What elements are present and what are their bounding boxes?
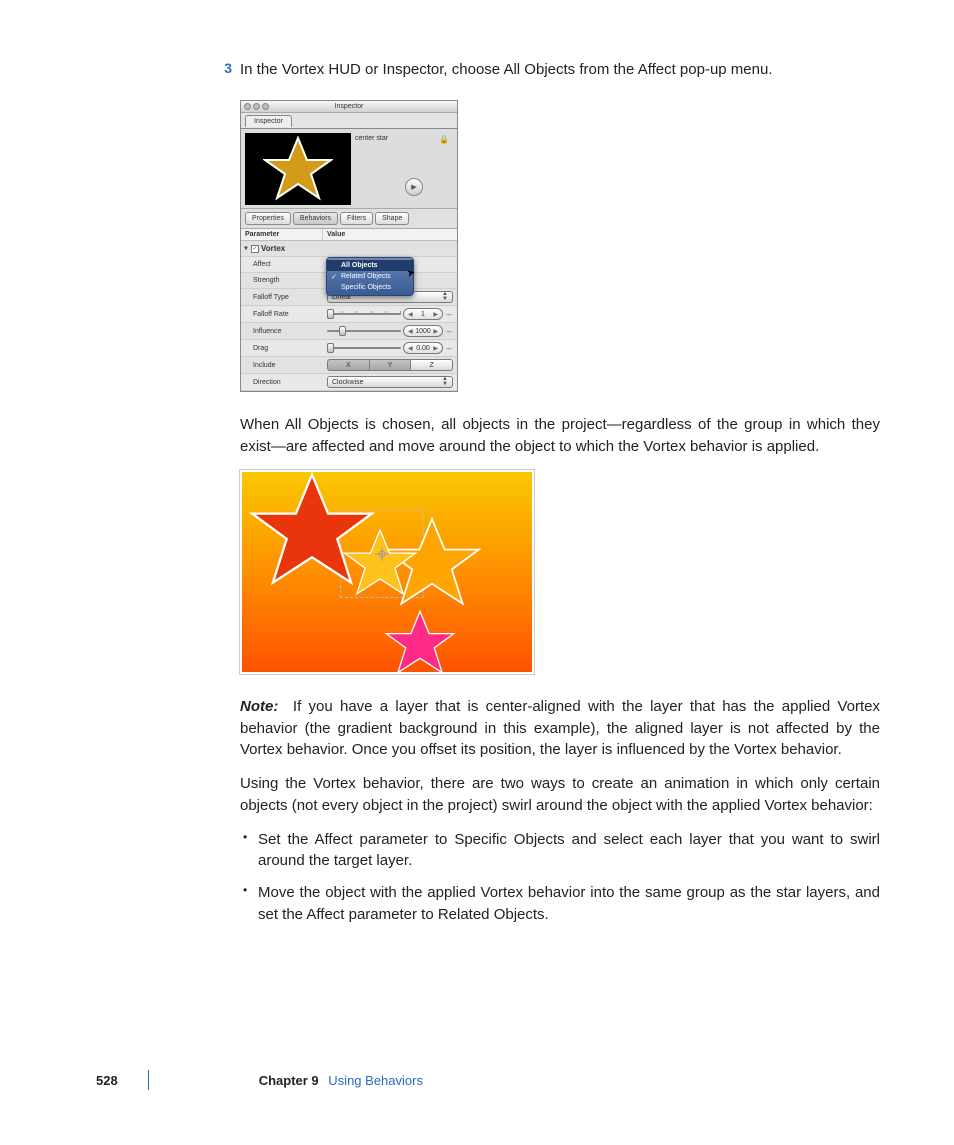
tab-shape[interactable]: Shape [375,212,409,225]
preview-thumbnail [245,133,351,205]
paragraph-all-objects: When All Objects is chosen, all objects … [240,414,880,458]
disclosure-dash[interactable]: – [445,343,453,353]
bullet-related-objects: Move the object with the applied Vortex … [258,882,880,926]
affect-popup-menu[interactable]: All Objects ✓Related Objects Specific Ob… [326,257,414,296]
influence-slider[interactable] [327,327,401,335]
header-value: Value [323,229,457,240]
param-falloff-type-label: Falloff Type [241,292,323,303]
tab-properties[interactable]: Properties [245,212,291,225]
bullet-specific-objects: Set the Affect parameter to Specific Obj… [258,829,880,873]
disclosure-dash[interactable]: – [445,309,453,319]
menu-related-objects[interactable]: ✓Related Objects [327,271,413,282]
tab-filters[interactable]: Filters [340,212,373,225]
note-paragraph: Note: If you have a layer that is center… [240,696,880,761]
window-titlebar: Inspector [241,101,457,113]
behavior-row: ▼ ✓ Vortex [241,241,457,257]
step-number: 3 [216,60,232,80]
note-text: If you have a layer that is center-align… [240,698,880,759]
note-label: Note: [240,698,278,715]
param-direction-label: Direction [241,377,323,388]
falloff-rate-value[interactable]: ◀1▶ [403,308,443,320]
tab-inspector[interactable]: Inspector [245,115,292,127]
step-text: In the Vortex HUD or Inspector, choose A… [240,60,773,80]
menu-all-objects[interactable]: All Objects [327,260,413,271]
header-parameter: Parameter [241,229,323,240]
axis-x[interactable]: X [327,359,370,371]
page-footer: 528 Chapter 9 Using Behaviors [96,1070,876,1090]
paragraph-two-ways: Using the Vortex behavior, there are two… [240,773,880,817]
param-strength-label: Strength [241,275,323,286]
param-include-label: Include [241,360,323,371]
chapter-title: Using Behaviors [328,1073,423,1088]
chapter-label: Chapter 9 [259,1073,319,1088]
menu-specific-objects[interactable]: Specific Objects [327,282,413,293]
behavior-enable-checkbox[interactable]: ✓ [251,245,259,253]
drag-value[interactable]: ◀0.00▶ [403,342,443,354]
influence-value[interactable]: ◀1000▶ [403,325,443,337]
inspector-panel: Inspector Inspector center star 🔒 ▶ Prop… [240,100,458,392]
param-affect-label: Affect [241,259,323,270]
param-influence-label: Influence [241,326,323,337]
falloff-rate-slider[interactable] [327,310,401,318]
axis-y[interactable]: Y [370,359,412,371]
window-title: Inspector [335,103,364,110]
result-canvas [240,470,534,674]
drag-slider[interactable] [327,344,401,352]
disclosure-dash[interactable]: – [445,326,453,336]
tab-behaviors[interactable]: Behaviors [293,212,338,225]
direction-dropdown[interactable]: Clockwise▲▼ [327,376,453,388]
include-axes[interactable]: X Y Z [327,359,453,371]
behavior-name: Vortex [261,244,285,253]
param-drag-label: Drag [241,343,323,354]
param-falloff-rate-label: Falloff Rate [241,309,323,320]
page-number: 528 [96,1073,118,1088]
lock-icon[interactable]: 🔒 [439,135,449,144]
traffic-lights [244,103,269,110]
axis-z[interactable]: Z [411,359,453,371]
play-button[interactable]: ▶ [405,178,423,196]
object-name: center star [355,135,388,142]
